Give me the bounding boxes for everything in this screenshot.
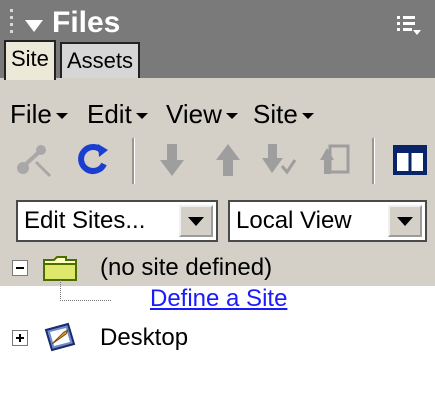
tree-desktop-label: Desktop	[100, 324, 189, 351]
view-select[interactable]: Local View	[228, 200, 427, 242]
view-select-value: Local View	[236, 207, 352, 234]
menu-edit[interactable]: Edit	[87, 96, 148, 132]
drag-grip-icon[interactable]	[9, 9, 15, 39]
tree-connector	[60, 280, 111, 301]
menu-view[interactable]: View	[166, 96, 238, 132]
chevron-down-icon	[225, 113, 238, 120]
tab-site[interactable]: Site	[4, 40, 56, 80]
chevron-down-icon	[301, 113, 314, 120]
get-files-icon[interactable]	[152, 140, 192, 180]
menu-file[interactable]: File	[10, 96, 68, 132]
desktop-icon	[44, 322, 76, 352]
check-in-icon[interactable]	[316, 140, 356, 180]
chevron-down-icon	[55, 113, 68, 120]
check-out-icon[interactable]	[258, 140, 298, 180]
chevron-down-icon[interactable]	[388, 205, 422, 237]
connect-icon[interactable]	[14, 140, 54, 180]
site-select-value: Edit Sites...	[24, 207, 146, 234]
chevron-down-icon[interactable]	[179, 205, 213, 237]
panel-header: Files Site Assets	[0, 0, 435, 80]
triangle-down-icon[interactable]	[25, 20, 43, 32]
refresh-icon[interactable]	[72, 140, 112, 180]
menu-site[interactable]: Site	[253, 96, 314, 132]
files-panel: Files Site Assets File Edit View Site Ed…	[0, 0, 435, 401]
chevron-down-icon	[135, 113, 148, 120]
folder-icon	[43, 256, 77, 281]
menu-file-label: File	[10, 99, 52, 129]
tree-root-label: (no site defined)	[100, 254, 273, 281]
tree-row-desktop[interactable]: Desktop	[0, 320, 435, 356]
menu-site-label: Site	[253, 99, 298, 129]
menu-view-label: View	[166, 99, 222, 129]
put-files-icon[interactable]	[208, 140, 248, 180]
toolbar-separator	[132, 138, 135, 184]
expand-panel-icon[interactable]	[390, 140, 430, 180]
define-site-link[interactable]: Define a Site	[150, 284, 287, 314]
site-select[interactable]: Edit Sites...	[16, 200, 218, 242]
expand-toggle-icon[interactable]	[12, 330, 28, 346]
panel-title[interactable]: Files	[52, 4, 120, 42]
menu-edit-label: Edit	[87, 99, 132, 129]
toolbar-separator	[372, 138, 375, 184]
toolbar: File Edit View Site Edit Sites... Local …	[0, 78, 435, 250]
options-menu-icon[interactable]	[396, 12, 422, 38]
tab-assets[interactable]: Assets	[60, 42, 141, 78]
collapse-toggle-icon[interactable]	[12, 260, 28, 276]
